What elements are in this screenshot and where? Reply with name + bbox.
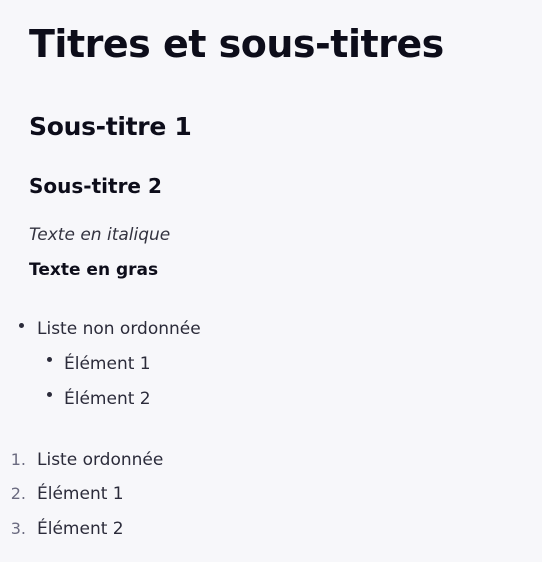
list-item: Liste non ordonnée	[37, 319, 201, 339]
bullet-icon	[47, 392, 52, 397]
page-title: Titres et sous-titres	[29, 22, 444, 66]
document: Titres et sous-titres Sous-titre 1 Sous-…	[0, 0, 542, 562]
list-item: Élément 1	[37, 484, 124, 504]
list-item: Liste ordonnée	[37, 450, 164, 470]
bullet-icon	[47, 357, 52, 362]
list-item: Élément 2	[37, 519, 124, 539]
list-number: 2.	[10, 484, 26, 503]
subtitle-2: Sous-titre 2	[29, 174, 162, 198]
list-number: 3.	[10, 519, 26, 538]
bullet-icon	[19, 323, 24, 328]
list-number: 1.	[10, 450, 26, 469]
list-item: Élément 2	[64, 389, 151, 409]
bold-text: Texte en gras	[29, 260, 159, 280]
list-item: Élément 1	[64, 354, 151, 374]
italic-text: Texte en italique	[29, 225, 171, 245]
subtitle-1: Sous-titre 1	[29, 112, 192, 141]
